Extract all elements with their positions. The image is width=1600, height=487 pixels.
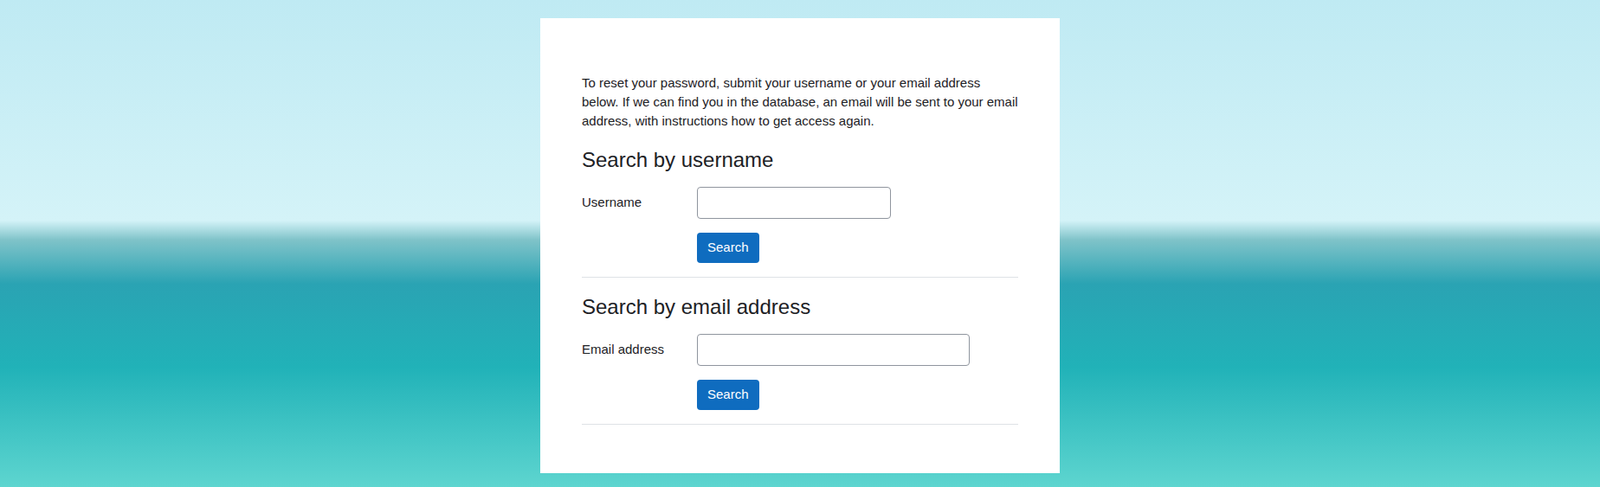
page: To reset your password, submit your user… <box>0 0 1600 487</box>
search-section: Search by email address Email address Sear… <box>581 295 1019 426</box>
form-row: Email address <box>581 334 1019 367</box>
button-row: Search <box>581 232 1019 264</box>
search-button[interactable]: Search <box>696 380 760 411</box>
button-row: Search <box>581 380 1019 411</box>
section-heading: Search by username <box>581 148 1019 174</box>
background-photo: To reset your password, submit your user… <box>0 0 1600 487</box>
section-heading: Search by email address <box>581 295 1019 321</box>
form-row: Username <box>581 187 1019 220</box>
field-label: Username <box>581 193 697 213</box>
search-section: Search by username Username Search <box>581 148 1019 278</box>
text-field[interactable] <box>696 334 970 367</box>
intro-text: To reset your password, submit your user… <box>581 73 1019 131</box>
search-button[interactable]: Search <box>696 232 760 264</box>
reset-card: To reset your password, submit your user… <box>540 18 1060 474</box>
text-field[interactable] <box>696 187 891 220</box>
field-label: Email address <box>581 340 697 361</box>
